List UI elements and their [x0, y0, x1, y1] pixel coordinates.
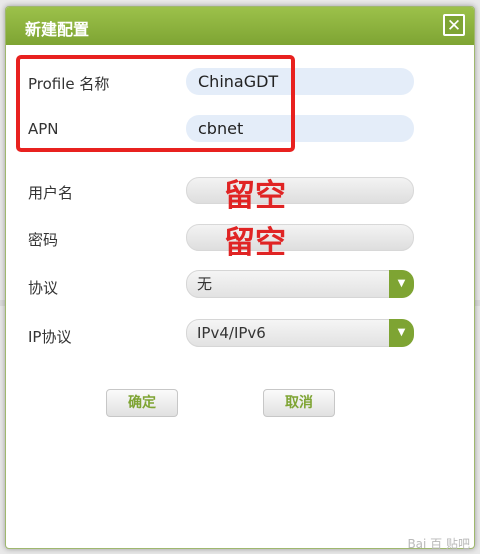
password-field[interactable] [186, 224, 414, 251]
close-icon: ✕ [446, 16, 462, 36]
dialog-titlebar: 新建配置 ✕ [6, 7, 474, 45]
new-config-dialog: 新建配置 ✕ Profile 名称 ChinaGDT APN cbnet 用户名… [5, 6, 475, 549]
ip-protocol-label: IP协议 [28, 328, 72, 346]
username-label: 用户名 [28, 184, 74, 202]
watermark: Bai 百 贴吧 [407, 537, 470, 551]
chevron-down-icon[interactable]: ▼ [389, 319, 414, 347]
close-button[interactable]: ✕ [443, 14, 465, 36]
username-annotation: 留空 [224, 178, 286, 214]
cancel-button[interactable]: 取消 [263, 389, 335, 417]
protocol-label: 协议 [28, 279, 59, 297]
ip-protocol-select[interactable]: IPv4/IPv6 ▼ [186, 319, 414, 347]
protocol-selected-value: 无 [197, 275, 213, 293]
highlight-box [16, 55, 295, 152]
confirm-button[interactable]: 确定 [106, 389, 178, 417]
dialog-title: 新建配置 [25, 20, 90, 39]
username-field[interactable] [186, 177, 414, 204]
chevron-down-icon[interactable]: ▼ [389, 270, 414, 298]
password-annotation: 留空 [224, 225, 286, 261]
ip-protocol-selected-value: IPv4/IPv6 [197, 324, 266, 342]
password-label: 密码 [28, 231, 59, 249]
protocol-select[interactable]: 无 ▼ [186, 270, 414, 298]
